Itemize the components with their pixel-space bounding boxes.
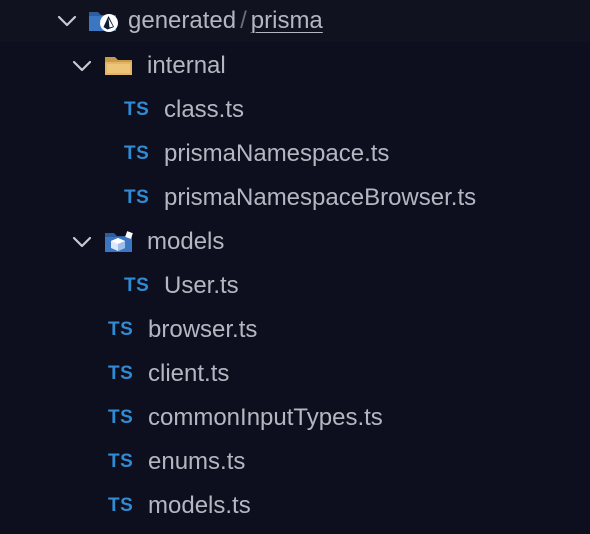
typescript-file-icon: TS bbox=[124, 99, 150, 120]
typescript-file-icon: TS bbox=[124, 187, 150, 208]
folder-row-generated-prisma[interactable]: generated / prisma bbox=[0, 0, 590, 42]
prisma-folder-icon bbox=[88, 8, 120, 34]
file-explorer-tree: generated / prisma internal TS class.ts … bbox=[0, 0, 590, 534]
chevron-down-icon[interactable] bbox=[71, 55, 93, 77]
typescript-file-icon: TS bbox=[108, 495, 134, 516]
folder-open-icon bbox=[104, 54, 134, 78]
file-row[interactable]: TS models.ts bbox=[0, 484, 590, 528]
folder-label-models: models bbox=[147, 228, 225, 255]
breadcrumb-separator: / bbox=[240, 7, 247, 34]
folder-row-models[interactable]: models bbox=[0, 220, 590, 264]
file-label: enums.ts bbox=[148, 448, 246, 475]
file-label: prismaNamespace.ts bbox=[164, 140, 390, 167]
typescript-file-icon: TS bbox=[124, 143, 150, 164]
typescript-file-icon: TS bbox=[124, 275, 150, 296]
file-label: browser.ts bbox=[148, 316, 258, 343]
file-label: commonInputTypes.ts bbox=[148, 404, 383, 431]
file-label: models.ts bbox=[148, 492, 251, 519]
typescript-file-icon: TS bbox=[108, 319, 134, 340]
file-row[interactable]: TS browser.ts bbox=[0, 308, 590, 352]
file-label: User.ts bbox=[164, 272, 239, 299]
breadcrumb-generated[interactable]: generated bbox=[128, 7, 236, 35]
typescript-file-icon: TS bbox=[108, 407, 134, 428]
file-label: prismaNamespaceBrowser.ts bbox=[164, 184, 477, 211]
file-row[interactable]: TS User.ts bbox=[0, 264, 590, 308]
models-folder-icon bbox=[104, 229, 134, 255]
file-row[interactable]: TS enums.ts bbox=[0, 440, 590, 484]
typescript-file-icon: TS bbox=[108, 451, 134, 472]
file-label: class.ts bbox=[164, 96, 245, 123]
file-row[interactable]: TS client.ts bbox=[0, 352, 590, 396]
file-row[interactable]: TS class.ts bbox=[0, 88, 590, 132]
folder-label-internal: internal bbox=[147, 52, 226, 79]
file-row[interactable]: TS prismaNamespaceBrowser.ts bbox=[0, 176, 590, 220]
file-row[interactable]: TS commonInputTypes.ts bbox=[0, 396, 590, 440]
chevron-down-icon[interactable] bbox=[56, 10, 78, 32]
breadcrumb-prisma[interactable]: prisma bbox=[251, 7, 323, 35]
file-label: client.ts bbox=[148, 360, 230, 387]
chevron-down-icon[interactable] bbox=[71, 231, 93, 253]
folder-row-internal[interactable]: internal bbox=[0, 44, 590, 88]
typescript-file-icon: TS bbox=[108, 363, 134, 384]
file-row[interactable]: TS prismaNamespace.ts bbox=[0, 132, 590, 176]
